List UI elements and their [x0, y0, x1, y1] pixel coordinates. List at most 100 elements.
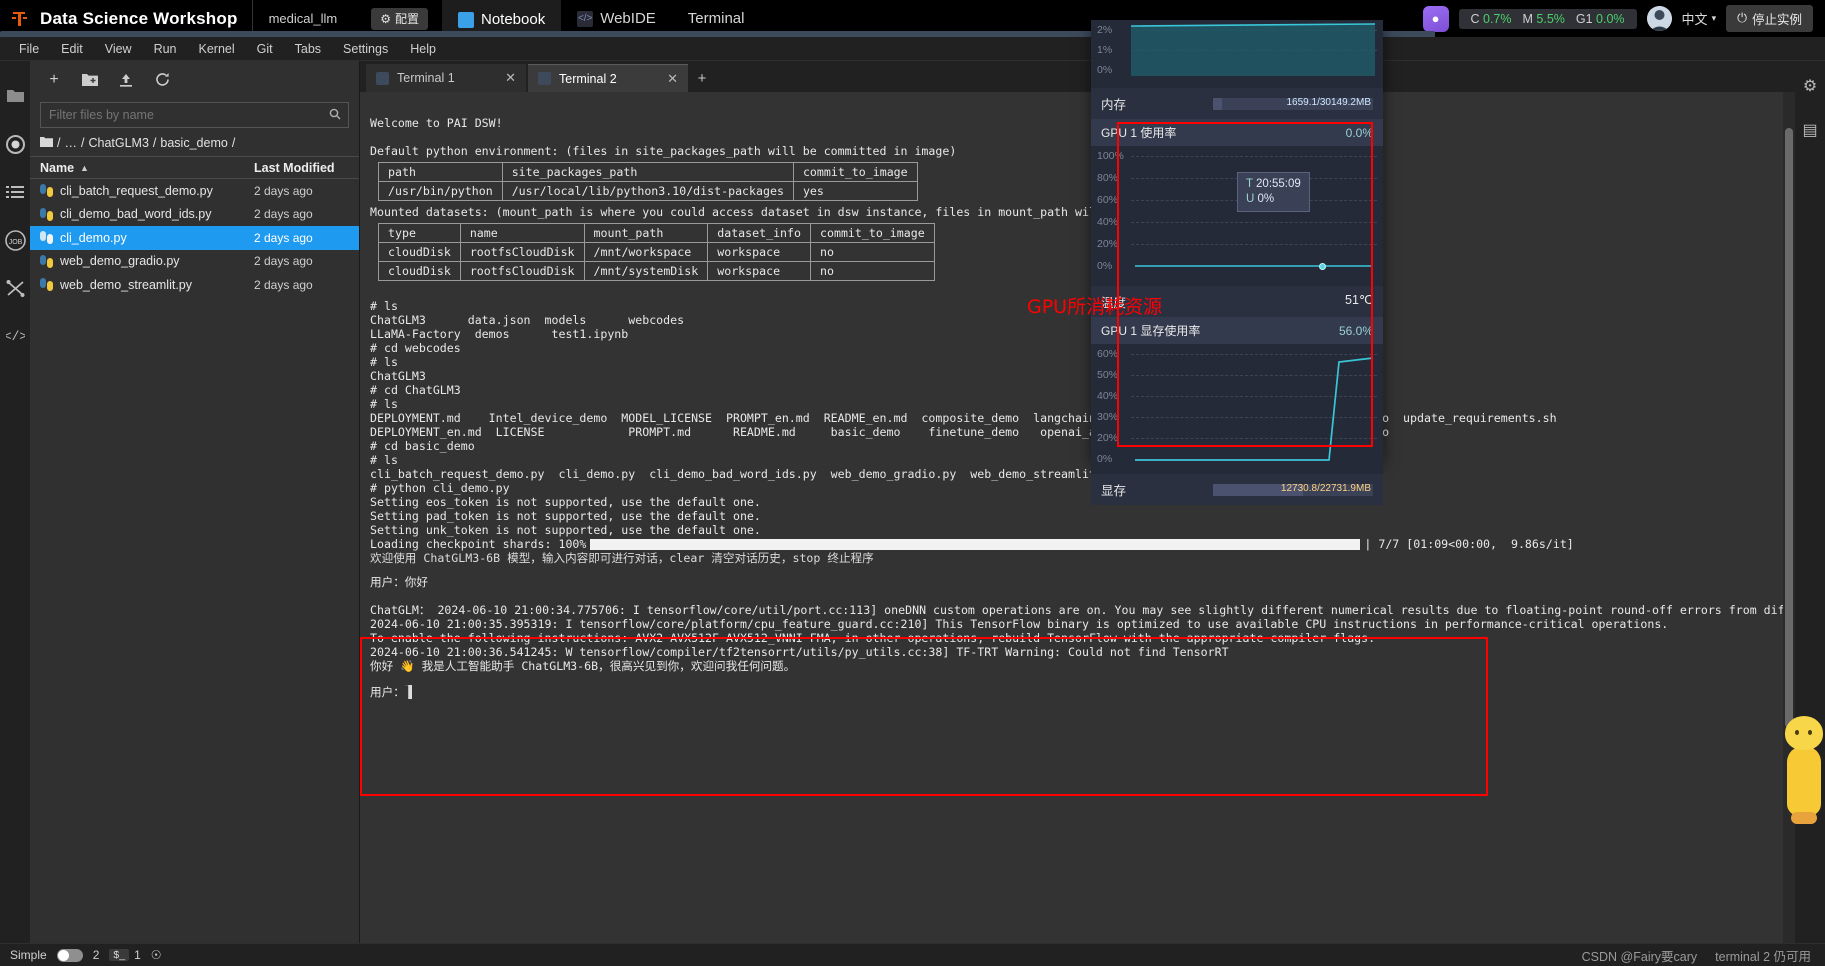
- user-avatar-icon[interactable]: [1646, 6, 1672, 31]
- terminal-prompt[interactable]: 用户：▌: [370, 685, 1785, 699]
- breadcrumb-root[interactable]: /: [57, 136, 60, 150]
- mount-cell: rootfsCloudDisk: [459, 242, 585, 262]
- gpumem-ytick: 0%: [1097, 453, 1113, 465]
- sidebar-item-commands[interactable]: [4, 181, 26, 203]
- top-nav: Notebook </> WebIDE Terminal: [0, 0, 1435, 882]
- menu-bar: File Edit View Run Kernel Git Tabs Setti…: [0, 37, 1825, 61]
- menu-help[interactable]: Help: [399, 37, 447, 61]
- python-file-icon: [40, 278, 53, 292]
- list-item-selected[interactable]: cli_demo.py 2 days ago: [30, 226, 359, 250]
- list-item[interactable]: cli_demo_bad_word_ids.py 2 days ago: [30, 203, 359, 227]
- menu-view[interactable]: View: [94, 37, 143, 61]
- menu-run[interactable]: Run: [143, 37, 188, 61]
- chatglm-banner: 欢迎使用 ChatGLM3-6B 模型，输入内容即可进行对话，clear 清空对…: [370, 551, 874, 565]
- cpu-ytick: 1%: [1097, 44, 1113, 56]
- mount-table: type name mount_path dataset_info commit…: [378, 223, 935, 281]
- progress-suffix: | 7/7 [01:09<00:00, 9.86s/it]: [1364, 537, 1574, 551]
- mount-cell: no: [810, 261, 935, 281]
- new-folder-icon[interactable]: [72, 65, 108, 95]
- stop-instance-button[interactable]: ⏻ 停止实例: [1726, 5, 1813, 32]
- bell-icon[interactable]: ☉: [151, 948, 162, 962]
- list-item[interactable]: web_demo_streamlit.py 2 days ago: [30, 273, 359, 297]
- close-icon[interactable]: ✕: [505, 70, 516, 86]
- cpu-ytick: 0%: [1097, 64, 1113, 76]
- gpumem-ytick: 50%: [1097, 369, 1119, 381]
- tooltip-time-value: 20:55:09: [1256, 178, 1301, 190]
- mount-cell: /mnt/systemDisk: [583, 261, 709, 281]
- mount-cell: rootfsCloudDisk: [459, 261, 585, 281]
- file-modified: 2 days ago: [254, 183, 313, 198]
- menu-settings[interactable]: Settings: [332, 37, 399, 61]
- mount-cell: /mnt/workspace: [583, 242, 709, 262]
- column-header-modified[interactable]: Last Modified: [254, 161, 359, 175]
- svg-text:JOB: JOB: [8, 239, 22, 246]
- sidebar-item-file-browser[interactable]: [4, 85, 26, 107]
- menu-tabs[interactable]: Tabs: [284, 37, 332, 61]
- tab-terminal-2[interactable]: Terminal 2 ✕: [528, 64, 688, 92]
- sidebar-item-extensions[interactable]: </>: [4, 325, 26, 347]
- column-header-name[interactable]: Name ▲: [30, 161, 254, 175]
- refresh-icon[interactable]: [144, 65, 180, 95]
- topnav-item-terminal[interactable]: Terminal: [0, 0, 1435, 882]
- session-line: # ls: [370, 453, 398, 467]
- config-button[interactable]: ⚙ 配置: [371, 7, 428, 30]
- terminal-viewport[interactable]: Welcome to PAI DSW! Default python envir…: [360, 92, 1795, 943]
- breadcrumb-basic-demo[interactable]: basic_demo: [160, 136, 227, 150]
- tab-terminal-1[interactable]: Terminal 1 ✕: [366, 64, 526, 92]
- menu-git[interactable]: Git: [246, 37, 284, 61]
- simple-mode-toggle[interactable]: [56, 948, 83, 962]
- new-launcher-icon[interactable]: +: [36, 65, 72, 95]
- file-list-header: Name ▲ Last Modified: [30, 156, 359, 179]
- gpumem-ytick: 20%: [1097, 432, 1119, 444]
- mount-cell: cloudDisk: [378, 242, 461, 262]
- menu-file[interactable]: File: [8, 37, 50, 61]
- session-line: # ls: [370, 355, 398, 369]
- python-file-icon: [40, 231, 53, 245]
- upload-icon[interactable]: [108, 65, 144, 95]
- breadcrumb-ellipsis[interactable]: …: [64, 136, 77, 150]
- session-line: # cd ChatGLM3: [370, 383, 461, 397]
- terminal-env-line: Default python environment: (files in si…: [370, 144, 957, 158]
- folder-icon[interactable]: [40, 136, 53, 150]
- memory-bar: 1659.1/30149.2MB: [1213, 97, 1373, 110]
- annotation-label-gpu: GPU所消耗资源: [1027, 296, 1163, 318]
- sort-ascending-icon: ▲: [80, 162, 89, 173]
- breadcrumb-chatglm3[interactable]: ChatGLM3: [88, 136, 148, 150]
- file-name: web_demo_gradio.py: [60, 254, 180, 269]
- file-modified: 2 days ago: [254, 230, 313, 245]
- scrollbar-thumb[interactable]: [1785, 128, 1793, 728]
- simple-mode-label: Simple: [10, 948, 47, 962]
- gpu-ytick: 100%: [1097, 150, 1124, 162]
- tooltip-time-key: T: [1246, 178, 1253, 190]
- chat-user-line: 用户：你好: [370, 575, 428, 589]
- kernels-count-group[interactable]: $_ 1: [109, 948, 141, 962]
- terminals-count-group[interactable]: 2: [93, 948, 100, 962]
- mascot-decoration: [1781, 696, 1823, 846]
- list-item[interactable]: cli_batch_request_demo.py 2 days ago: [30, 179, 359, 203]
- gpumem-ytick: 60%: [1097, 348, 1119, 360]
- settings-gear-icon[interactable]: ⚙: [1799, 75, 1821, 97]
- search-input[interactable]: [40, 102, 349, 128]
- language-selector[interactable]: 中文 ▾: [1682, 9, 1717, 28]
- property-inspector-icon[interactable]: ▤: [1799, 119, 1821, 141]
- sidebar-item-running-terminals[interactable]: [4, 133, 26, 155]
- cpu-usage-chart: 2% 1% 0%: [1091, 20, 1383, 88]
- add-tab-icon[interactable]: +: [690, 64, 714, 92]
- topnav-label-webide: WebIDE: [600, 10, 656, 27]
- sidebar-item-git[interactable]: [4, 277, 26, 299]
- menu-edit[interactable]: Edit: [50, 37, 94, 61]
- ai-assistant-icon[interactable]: ●: [1422, 5, 1449, 32]
- chevron-down-icon: ▾: [1711, 13, 1717, 23]
- session-line: Setting pad_token is not supported, use …: [370, 509, 761, 523]
- mount-cell: workspace: [707, 261, 811, 281]
- menu-kernel[interactable]: Kernel: [188, 37, 246, 61]
- blank-line: [370, 589, 1785, 603]
- list-item[interactable]: web_demo_gradio.py 2 days ago: [30, 250, 359, 274]
- sidebar-item-jobs[interactable]: JOB: [4, 229, 26, 251]
- chat-log-line: To enable the following instructions: AV…: [370, 631, 1376, 645]
- vram-value: 12730.8/22731.9MB: [1280, 482, 1371, 494]
- gpu-util-label: GPU 1 使用率: [1101, 126, 1177, 140]
- python-file-icon: [40, 254, 53, 268]
- close-icon[interactable]: ✕: [667, 71, 678, 87]
- mount-cell: workspace: [707, 242, 811, 262]
